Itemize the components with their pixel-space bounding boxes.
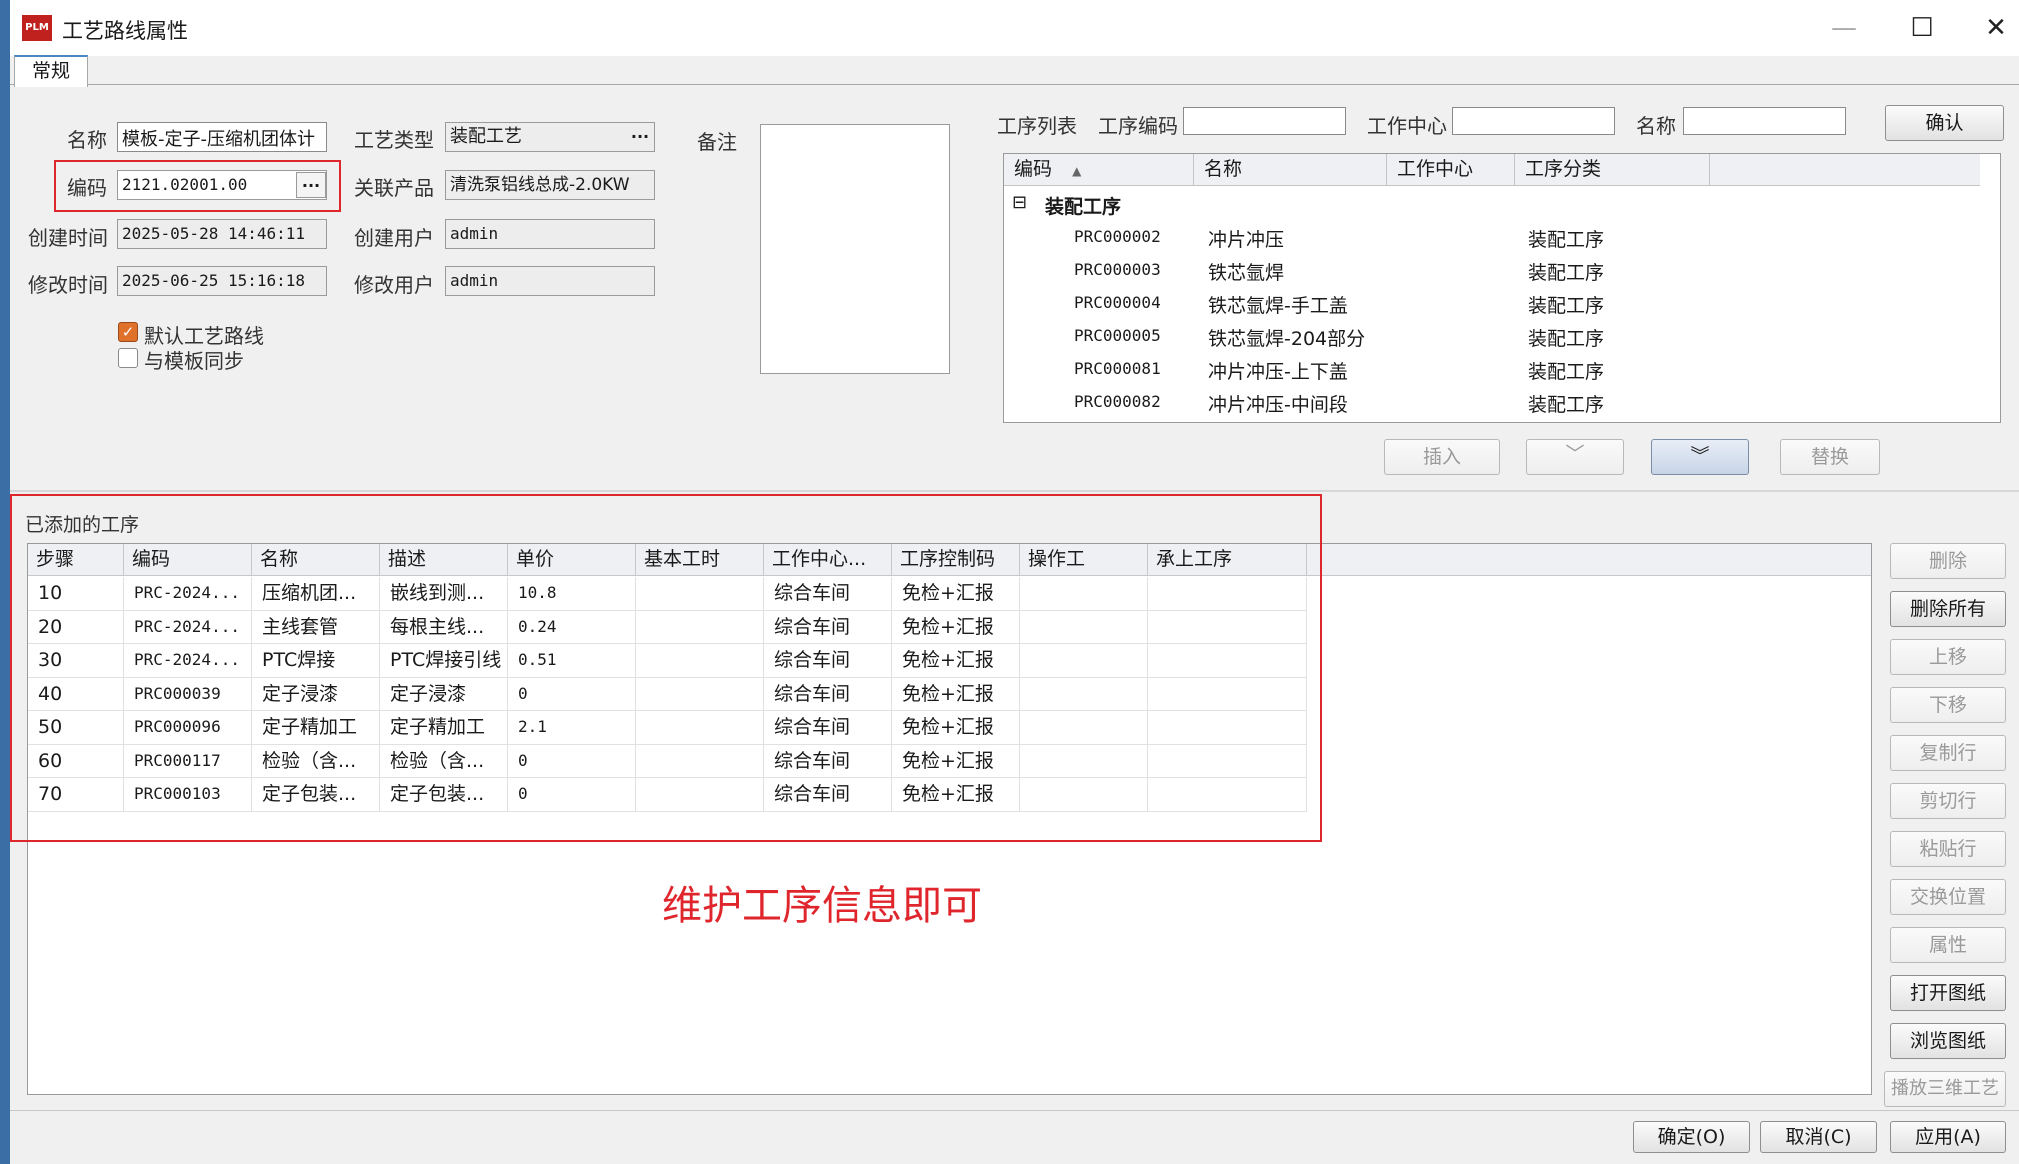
confirm-button[interactable]: 确认 — [1885, 105, 2004, 141]
footer-divider — [10, 1110, 2019, 1111]
tree-item-code: PRC000005 — [1074, 326, 1161, 345]
plm-logo-icon: PLM — [22, 15, 52, 41]
tree-item[interactable]: PRC000005 铁芯氩焊-204部分 装配工序 — [1004, 320, 1979, 353]
grid-highlight-box — [10, 494, 1322, 842]
name-label: 名称 — [67, 128, 107, 152]
collapse-icon[interactable]: ⊟ — [1012, 192, 1027, 213]
background-window-edge — [0, 0, 10, 1164]
name-field[interactable]: 模板-定子-压缩机团体计 — [117, 122, 327, 152]
tree-item-code: PRC000081 — [1074, 359, 1161, 378]
tree-item[interactable]: PRC000003 铁芯氩焊 装配工序 — [1004, 254, 1979, 287]
created-user-field: admin — [445, 219, 655, 249]
tree-header-category[interactable]: 工序分类 — [1515, 154, 1710, 186]
properties-button[interactable]: 属性 — [1890, 927, 2006, 963]
tree-item[interactable]: PRC000081 冲片冲压-上下盖 装配工序 — [1004, 353, 1979, 386]
tree-item-code: PRC000002 — [1074, 227, 1161, 246]
default-route-checkbox[interactable]: ✓ — [118, 322, 138, 342]
created-time-label: 创建时间 — [28, 226, 108, 250]
modified-user-label: 修改用户 — [354, 273, 434, 297]
minimize-icon[interactable]: — — [1816, 8, 1872, 48]
tree-item[interactable]: PRC000082 冲片冲压-中间段 装配工序 — [1004, 386, 1979, 419]
apply-button[interactable]: 应用(A) — [1890, 1121, 2006, 1153]
tree-item-code: PRC000082 — [1074, 392, 1161, 411]
linked-product-label: 关联产品 — [354, 176, 434, 200]
open-drawing-button[interactable]: 打开图纸 — [1890, 975, 2006, 1011]
annotation-text: 维护工序信息即可 — [662, 883, 982, 929]
browse-drawing-button[interactable]: 浏览图纸 — [1890, 1023, 2006, 1059]
sort-asc-icon: ▲ — [1072, 164, 1082, 178]
search-name-input[interactable] — [1683, 107, 1846, 135]
close-icon[interactable]: ✕ — [1968, 8, 2019, 48]
play-3d-process-button[interactable]: 播放三维工艺 — [1884, 1071, 2006, 1107]
tree-item-category: 装配工序 — [1528, 262, 1605, 284]
sync-template-label: 与模板同步 — [144, 349, 244, 373]
window-title: 工艺路线属性 — [62, 19, 188, 43]
tree-item-category: 装配工序 — [1528, 229, 1605, 251]
modified-user-field: admin — [445, 266, 655, 296]
tab-general[interactable]: 常规 — [14, 55, 88, 87]
move-down-button[interactable]: 下移 — [1890, 687, 2006, 723]
tree-item-category: 装配工序 — [1528, 295, 1605, 317]
remark-textarea[interactable] — [760, 124, 950, 374]
linked-product-field: 清洗泵铝线总成-2.0KW — [445, 170, 655, 200]
tree-item-name: 铁芯氩焊-204部分 — [1208, 328, 1366, 350]
tree-item-name: 冲片冲压-上下盖 — [1208, 361, 1348, 383]
move-up-button[interactable]: 上移 — [1890, 639, 2006, 675]
tree-item-code: PRC000004 — [1074, 293, 1161, 312]
code-label: 编码 — [67, 176, 107, 200]
move-bottom-icon[interactable]: ︾ — [1651, 439, 1749, 475]
process-code-input[interactable] — [1183, 107, 1346, 135]
sync-template-checkbox[interactable] — [118, 348, 138, 368]
tree-item-code: PRC000003 — [1074, 260, 1161, 279]
created-user-label: 创建用户 — [354, 226, 434, 250]
search-name-label: 名称 — [1636, 114, 1676, 138]
tree-header-name[interactable]: 名称 — [1194, 154, 1387, 186]
maximize-icon[interactable]: ☐ — [1894, 8, 1950, 48]
replace-button[interactable]: 替换 — [1780, 439, 1880, 475]
copy-row-button[interactable]: 复制行 — [1890, 735, 2006, 771]
code-browse-button[interactable]: ... — [296, 172, 326, 198]
tab-strip-divider — [10, 84, 2019, 85]
work-center-input[interactable] — [1452, 107, 1615, 135]
process-code-label: 工序编码 — [1098, 114, 1178, 138]
modified-time-field: 2025-06-25 15:16:18 — [117, 266, 327, 296]
work-center-label: 工作中心 — [1367, 114, 1447, 138]
tree-header-code-label: 编码 — [1014, 158, 1053, 180]
insert-button[interactable]: 插入 — [1384, 439, 1500, 475]
tree-item-name: 冲片冲压 — [1208, 229, 1285, 251]
move-down-icon[interactable]: ﹀ — [1526, 439, 1624, 475]
swap-position-button[interactable]: 交换位置 — [1890, 879, 2006, 915]
process-type-browse-button[interactable]: ... — [625, 124, 655, 150]
tree-group-label: 装配工序 — [1045, 196, 1122, 218]
process-list-label: 工序列表 — [997, 114, 1077, 138]
ok-button[interactable]: 确定(O) — [1633, 1121, 1750, 1153]
title-bar: PLM 工艺路线属性 — ☐ ✕ — [10, 0, 2019, 56]
modified-time-label: 修改时间 — [28, 273, 108, 297]
cut-row-button[interactable]: 剪切行 — [1890, 783, 2006, 819]
remark-label: 备注 — [697, 130, 737, 154]
process-type-label: 工艺类型 — [354, 128, 434, 152]
section-divider — [10, 490, 2019, 492]
tree-item-category: 装配工序 — [1528, 328, 1605, 350]
tree-item-name: 铁芯氩焊 — [1208, 262, 1285, 284]
tree-item-category: 装配工序 — [1528, 394, 1605, 416]
delete-button[interactable]: 删除 — [1890, 543, 2006, 579]
process-type-field: 装配工艺 — [445, 122, 655, 152]
tree-header-filler — [1710, 154, 1980, 186]
tree-item-name: 铁芯氩焊-手工盖 — [1208, 295, 1348, 317]
tree-header-code[interactable]: 编码 ▲ — [1004, 154, 1194, 186]
tree-item[interactable]: PRC000002 冲片冲压 装配工序 — [1004, 221, 1979, 254]
cancel-button[interactable]: 取消(C) — [1760, 1121, 1877, 1153]
tree-item-category: 装配工序 — [1528, 361, 1605, 383]
tree-group-row[interactable]: ⊟ 装配工序 — [1004, 188, 1979, 221]
tree-item-name: 冲片冲压-中间段 — [1208, 394, 1348, 416]
created-time-field: 2025-05-28 14:46:11 — [117, 219, 327, 249]
delete-all-button[interactable]: 删除所有 — [1890, 591, 2006, 627]
tree-header-center[interactable]: 工作中心 — [1387, 154, 1515, 186]
tree-item[interactable]: PRC000004 铁芯氩焊-手工盖 装配工序 — [1004, 287, 1979, 320]
grid-header-filler — [1307, 544, 1871, 576]
process-tree[interactable]: 编码 ▲ 名称 工作中心 工序分类 ⊟ 装配工序 PRC000002 冲片冲压 … — [1003, 153, 2001, 423]
paste-row-button[interactable]: 粘贴行 — [1890, 831, 2006, 867]
